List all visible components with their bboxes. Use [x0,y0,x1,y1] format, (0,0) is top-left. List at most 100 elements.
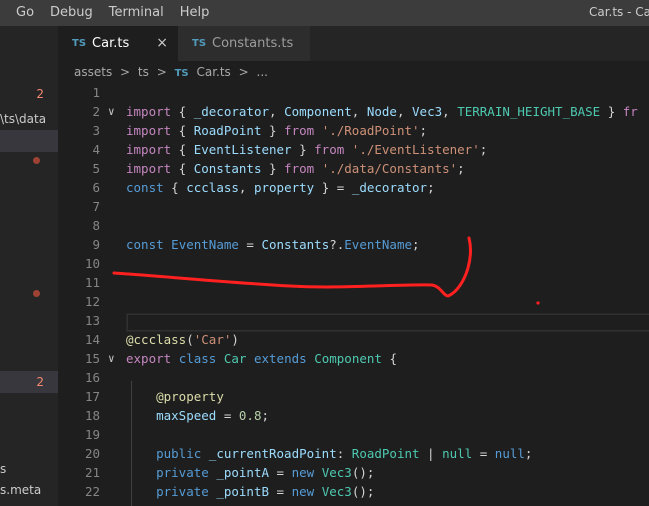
file-name-meta: s.meta [0,483,42,497]
breadcrumb-assets[interactable]: assets [74,65,112,79]
code-token: _pointA [216,465,270,480]
line-number: 6 [92,180,100,195]
code-token: Vec3 [412,104,443,119]
line-text: import { Constants } from './data/Consta… [126,159,465,178]
explorer-row-path[interactable]: \ts\data [0,108,58,130]
code-line[interactable]: 8 [58,216,649,235]
line-text: private _pointB = new Vec3(); [126,482,374,501]
explorer-row-meta[interactable]: s.meta [0,479,58,501]
tab-constants-ts[interactable]: TS Constants.ts [178,26,310,61]
line-number: 22 [84,484,100,499]
code-token: _currentRoadPoint [208,446,337,461]
code-line[interactable]: 3 import { RoadPoint } from './RoadPoint'… [58,121,649,140]
code-token: './EventListener' [351,142,480,157]
code-token: EventName [171,237,239,252]
code-token: EventName [344,237,413,252]
code-token: null [442,446,473,461]
code-line[interactable]: 1 [58,83,649,102]
breadcrumb-symbol[interactable]: ... [257,65,268,79]
code-token: './data/Constants' [321,161,458,176]
menu-help[interactable]: Help [172,5,218,21]
code-line[interactable]: 16 [58,368,649,387]
code-line[interactable]: 20 public _currentRoadPoint: RoadPoint |… [58,444,649,463]
tab-bar: TS Car.ts × TS Constants.ts [58,26,649,61]
code-line[interactable]: 9 const EventName = Constants?.EventName; [58,235,649,254]
code-token: private [156,465,209,480]
code-token: ; [419,123,428,138]
menu-debug[interactable]: Debug [42,5,101,21]
explorer-row-selected-2[interactable]: 2 [0,371,58,393]
line-text: @ccclass('Car') [126,330,239,349]
menu-terminal[interactable]: Terminal [101,5,172,21]
line-number: 13 [84,313,100,328]
code-token: _pointB [216,484,270,499]
code-token: ( [186,332,194,347]
code-token: Component [314,351,382,366]
code-line[interactable]: 7 [58,197,649,216]
fold-chevron-icon[interactable]: ∨ [108,102,115,121]
code-token: Vec3 [321,465,352,480]
code-line[interactable]: 10 [58,254,649,273]
code-token: ; [524,446,533,461]
code-token: Car [223,351,247,366]
modified-dot-icon [33,157,40,164]
code-line[interactable]: 19 [58,425,649,444]
code-token: Constants [193,161,262,176]
code-token: } = [314,180,352,195]
code-line[interactable]: 21 private _pointA = new Vec3(); [58,463,649,482]
line-number: 1 [92,85,100,100]
explorer-row-badge[interactable]: 2 [0,83,58,105]
code-token: 0.8 [238,408,262,423]
line-text: @property [126,387,224,406]
tab-car-ts[interactable]: TS Car.ts × [58,26,178,61]
code-token: = [238,237,262,252]
explorer-row-file[interactable]: s [0,458,58,480]
code-token: new [291,465,315,480]
file-name: s [0,462,7,476]
code-line[interactable]: 5 import { Constants } from './data/Const… [58,159,649,178]
close-icon[interactable]: × [156,35,168,51]
code-line[interactable]: 15 ∨ export class Car extends Component { [58,349,649,368]
code-line[interactable]: 13 [58,311,649,330]
code-line[interactable]: 14 @ccclass('Car') [58,330,649,349]
breadcrumb-ts[interactable]: ts [138,65,149,79]
code-line[interactable]: 2 ∨ import { _decorator, Component, Node, … [58,102,649,121]
code-token: _decorator [193,104,269,119]
line-text: private _pointA = new Vec3(); [126,463,374,482]
modified-dot-icon [33,290,40,297]
code-token: const [126,180,164,195]
code-token: { [163,180,187,195]
code-line[interactable]: 4 import { EventListener } from './EventL… [58,140,649,159]
code-token: ; [261,408,270,423]
code-token: , [442,104,458,119]
code-token: = [216,408,239,423]
code-line[interactable]: 6 const { ccclass, property } = _decorato… [58,178,649,197]
fold-chevron-icon[interactable]: ∨ [108,349,115,368]
code-token: const [126,237,164,252]
breadcrumb-file[interactable]: Car.ts [196,65,230,79]
explorer-row-selected[interactable] [0,130,58,152]
tab-label: Car.ts [92,36,130,51]
code-editor[interactable]: 1 2 ∨ import { _decorator, Component, Node,… [58,83,649,501]
code-line[interactable]: 22 private _pointB = new Vec3(); [58,482,649,501]
code-token: './RoadPoint' [321,123,420,138]
code-token: , [396,104,413,119]
line-number: 19 [84,427,100,442]
code-line[interactable]: 17 @property [58,387,649,406]
code-token: = [472,446,495,461]
code-token: export [126,351,172,366]
code-line[interactable]: 18 maxSpeed = 0.8; [58,406,649,425]
code-line[interactable]: 12 [58,292,649,311]
code-line[interactable]: 11 [58,273,649,292]
line-number: 10 [84,256,100,271]
problem-count-badge: 2 [36,375,44,389]
editor-area: TS Car.ts × TS Constants.ts assets > ts … [58,26,649,506]
code-token: Component [284,104,352,119]
chevron-right-icon: > [238,65,249,79]
menu-go[interactable]: Go [8,5,42,21]
